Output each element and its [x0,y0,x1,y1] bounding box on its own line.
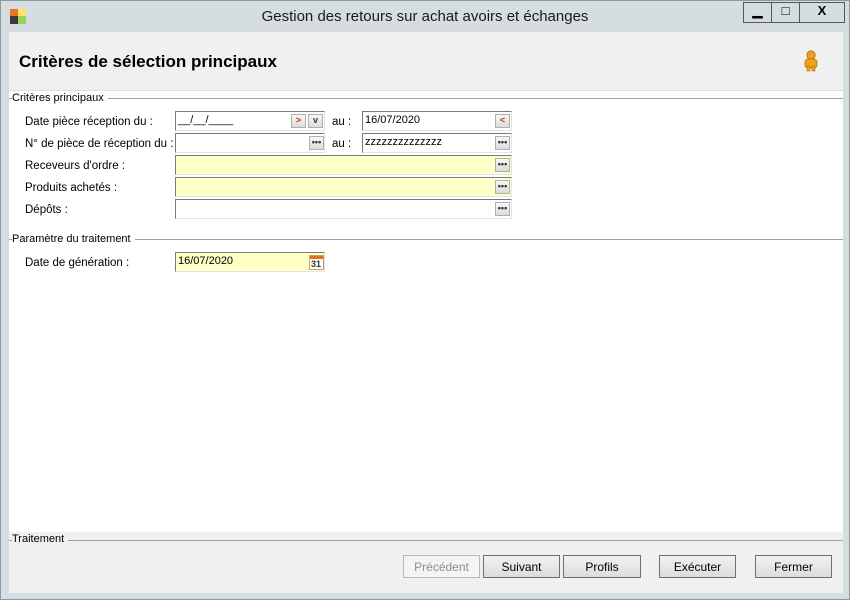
date-generation-input[interactable]: 16/07/2020 [175,252,325,272]
depots-label: Dépôts : [25,204,68,216]
next-button[interactable]: Suivant [483,555,560,578]
num-piece-label: N° de pièce de réception du : [25,138,174,150]
close-form-button[interactable]: Fermer [755,555,832,578]
window-title: Gestion des retours sur achat avoirs et … [261,8,589,25]
profiles-button[interactable]: Profils [563,555,641,578]
footer-panel: Traitement Précédent Suivant Profils Exé… [9,532,843,593]
num-piece-to-input[interactable]: zzzzzzzzzzzzzz [362,133,512,153]
traitement-label: Traitement [12,533,69,545]
app-window: Gestion des retours sur achat avoirs et … [0,0,850,600]
date-piece-to-input[interactable]: 16/07/2020 [362,111,512,131]
num-piece-to-label: au : [332,138,352,150]
num-piece-from-input[interactable] [175,133,325,153]
group-separator [9,98,843,99]
depots-input[interactable] [175,199,512,219]
chevron-down-icon[interactable]: v [308,114,323,128]
calendar-day: 31 [311,259,322,269]
execute-button[interactable]: Exécuter [659,555,736,578]
page-title: Critères de sélection principaux [19,52,277,71]
browse-icon[interactable]: ••• [495,158,510,172]
group-separator [9,540,843,541]
client-area: Critères de sélection principaux Critère… [9,32,843,593]
receveurs-input[interactable] [175,155,512,175]
browse-icon[interactable]: ••• [495,180,510,194]
user-icon[interactable] [802,50,820,72]
minimize-button[interactable]: ▁ [743,2,772,23]
browse-icon[interactable]: ••• [495,202,510,216]
browse-icon[interactable]: ••• [309,136,324,150]
date-piece-label: Date pièce réception du : [25,116,153,128]
date-prev-icon[interactable]: < [495,114,510,128]
title-bar[interactable]: Gestion des retours sur achat avoirs et … [1,1,849,31]
params-group-label: Paramètre du traitement [12,233,135,245]
criteria-group-label: Critères principaux [12,92,108,104]
browse-icon[interactable]: ••• [495,136,510,150]
date-generation-label: Date de génération : [25,257,130,269]
produits-input[interactable] [175,177,512,197]
receveurs-label: Receveurs d'ordre : [25,160,125,172]
calendar-icon[interactable]: 31 [309,255,324,270]
produits-label: Produits achetés : [25,182,118,194]
maximize-button[interactable]: □ [771,2,800,23]
page-header: Critères de sélection principaux [9,32,843,91]
date-piece-to-label: au : [332,116,352,128]
previous-button[interactable]: Précédent [403,555,480,578]
date-next-icon[interactable]: > [291,114,306,128]
close-button[interactable]: X [799,2,845,23]
